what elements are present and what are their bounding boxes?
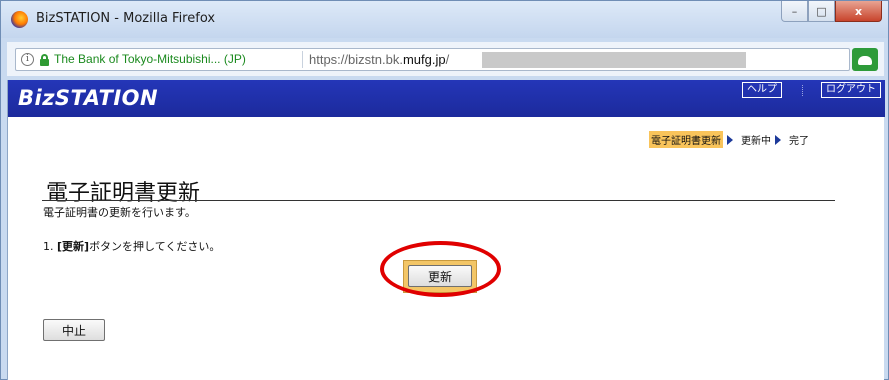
step-arrow-icon bbox=[727, 134, 733, 145]
lock-icon[interactable] bbox=[40, 54, 49, 66]
url-separator bbox=[302, 51, 303, 68]
instruction-text: 1. [更新]ボタンを押してください。 bbox=[43, 240, 221, 253]
cloud-sync-button[interactable] bbox=[852, 48, 878, 71]
maximize-button[interactable]: □ bbox=[808, 1, 835, 22]
firefox-icon bbox=[11, 11, 28, 28]
step-arrow-icon bbox=[775, 134, 781, 145]
close-button[interactable]: x bbox=[835, 1, 882, 22]
minimize-button[interactable]: – bbox=[781, 1, 808, 22]
url-redacted-block bbox=[482, 52, 746, 68]
url-bar[interactable]: i The Bank of Tokyo-Mitsubishi... (JP) h… bbox=[15, 48, 850, 71]
logout-link[interactable]: ログアウト bbox=[821, 82, 881, 98]
brand-logo: BizSTATION bbox=[18, 86, 159, 110]
step-current: 電子証明書更新 bbox=[649, 131, 723, 148]
cloud-icon bbox=[858, 56, 872, 65]
title-divider bbox=[42, 200, 835, 201]
cancel-button[interactable]: 中止 bbox=[43, 319, 105, 341]
page-description: 電子証明書の更新を行います。 bbox=[43, 206, 196, 219]
site-header: BizSTATION ヘルプ ログアウト bbox=[8, 80, 885, 117]
header-divider bbox=[802, 85, 803, 96]
window-title: BizSTATION - Mozilla Firefox bbox=[36, 11, 216, 26]
page-title: 電子証明書更新 bbox=[46, 181, 201, 206]
page-content: BizSTATION ヘルプ ログアウト 電子証明書更新 更新中 完了 電子証明… bbox=[7, 80, 885, 380]
help-link[interactable]: ヘルプ bbox=[742, 82, 782, 98]
progress-steps: 電子証明書更新 更新中 完了 bbox=[649, 131, 809, 148]
step-label: 更新中 bbox=[741, 136, 771, 147]
annotation-circle bbox=[380, 241, 501, 297]
title-bar: BizSTATION - Mozilla Firefox – □ x bbox=[1, 1, 888, 38]
info-icon[interactable]: i bbox=[21, 53, 34, 66]
window-controls: – □ x bbox=[781, 1, 882, 22]
browser-window: BizSTATION - Mozilla Firefox – □ x i The… bbox=[0, 0, 889, 380]
url-text[interactable]: https://bizstn.bk.mufg.jp/ bbox=[309, 52, 449, 67]
step-label: 完了 bbox=[789, 136, 809, 147]
navigation-toolbar: i The Bank of Tokyo-Mitsubishi... (JP) h… bbox=[7, 42, 884, 76]
site-identity[interactable]: The Bank of Tokyo-Mitsubishi... (JP) bbox=[54, 52, 246, 66]
